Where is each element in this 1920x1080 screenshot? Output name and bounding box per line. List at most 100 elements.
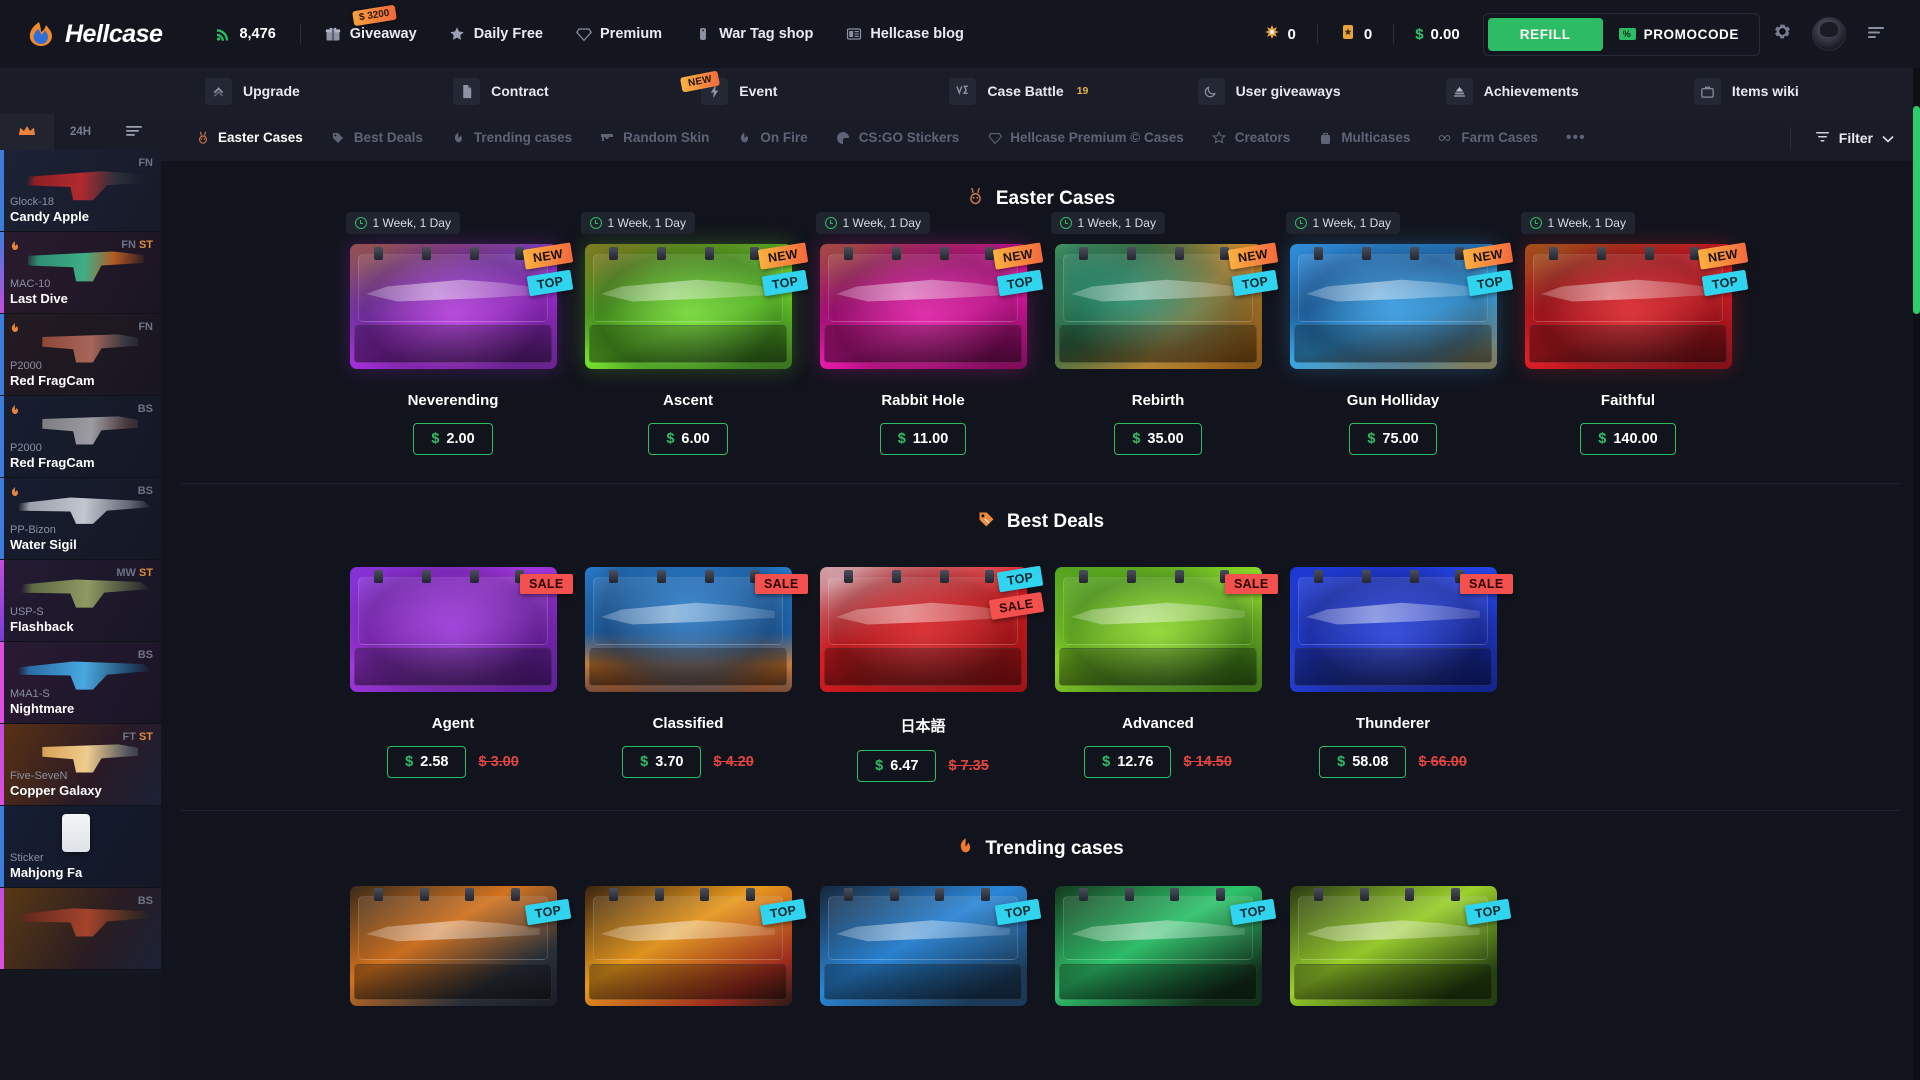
sidebar-drop-list[interactable]: FN Glock-18 Candy Apple FN ST MAC-10 Last… — [0, 150, 161, 1080]
category-best-deals[interactable]: Best Deals — [317, 114, 437, 161]
clock-icon — [1294, 217, 1307, 229]
sidebar-drop-item[interactable]: FT ST Five-SeveN Copper Galaxy — [0, 724, 161, 806]
case-price[interactable]: $11.00 — [879, 423, 967, 455]
category-on-fire[interactable]: On Fire — [723, 114, 821, 161]
sidebar-drop-item[interactable]: BS P2000 Red FragCam — [0, 396, 161, 478]
sidebar-tab-menu[interactable] — [107, 114, 161, 150]
sidebar-drop-item[interactable]: Sticker Mahjong Fa — [0, 806, 161, 888]
tag-top: TOP — [1701, 269, 1749, 297]
case-card-classified[interactable]: SALE Classified $3.70 $ 4.20 — [571, 549, 808, 782]
sidebar-drop-item[interactable]: MW ST USP-S Flashback — [0, 560, 161, 642]
case-card-neverending[interactable]: 1 Week, 1 Day NEW TOP Neverending $ 2.00 — [336, 212, 574, 455]
trending-case-card[interactable]: TOP — [1041, 876, 1277, 1006]
subnav-item-achievements[interactable]: Achievements — [1424, 68, 1672, 114]
online-users: 8,476 — [198, 0, 291, 68]
sidebar-drop-item[interactable]: FN P2000 Red FragCam — [0, 314, 161, 396]
secondary-nav: Upgrade Contract NEW Event Case Battle 1… — [0, 68, 1920, 114]
sidebar-drop-item[interactable]: FN Glock-18 Candy Apple — [0, 150, 161, 232]
sidebar-drop-item[interactable]: BS PP-Bizon Water Sigil — [0, 478, 161, 560]
category-farm-cases[interactable]: Farm Cases — [1424, 114, 1552, 161]
trending-case-card[interactable]: TOP — [806, 876, 1042, 1006]
case-name: 日本語 — [900, 718, 946, 735]
nav-daily-free[interactable]: Daily Free — [433, 0, 559, 68]
case-price[interactable]: $6.00 — [648, 423, 728, 455]
nav-giveaway[interactable]: Giveaway $ 3200 — [309, 0, 433, 68]
case-price[interactable]: $58.08 — [1319, 746, 1407, 778]
case-card-agent[interactable]: SALE Agent $2.58 $ 3.00 — [336, 549, 573, 782]
cases-scroll-area[interactable]: Easter Cases 1 Week, 1 Day NEW TOP Never… — [161, 161, 1920, 1080]
case-price[interactable]: $6.47 — [857, 750, 937, 782]
trending-case-card[interactable]: TOP — [336, 876, 572, 1006]
clock-icon — [589, 217, 602, 229]
sidebar-drop-item[interactable]: BS — [0, 888, 161, 970]
subnav-item-user-giveaways[interactable]: User giveaways — [1176, 68, 1424, 114]
weapon-name: P2000 — [10, 360, 42, 372]
case-price[interactable]: $3.70 — [622, 746, 702, 778]
filter-label: Filter — [1838, 129, 1873, 146]
skin-image — [62, 814, 90, 852]
category-csgo-stickers[interactable]: CS:GO Stickers — [822, 114, 974, 161]
case-card-ascent[interactable]: 1 Week, 1 Day NEW TOP Ascent $ 6.00 — [571, 212, 809, 455]
fire-icon — [8, 240, 22, 254]
ellipsis-icon[interactable]: ••• — [1552, 129, 1600, 147]
case-price[interactable]: $2.00 — [413, 423, 493, 455]
balance-money[interactable]: $ 0.00 — [1402, 26, 1473, 43]
case-card-advanced[interactable]: SALE Advanced $12.76 $ 14.50 — [1041, 549, 1278, 782]
nav-premium[interactable]: Premium — [559, 0, 678, 68]
case-old-price: $ 7.35 — [948, 758, 989, 774]
case-card-thunderer[interactable]: SALE Thunderer $58.08 $ 66.00 — [1276, 549, 1513, 782]
infinity-icon — [1438, 130, 1453, 145]
nav-war-tag-shop[interactable]: War Tag shop — [678, 0, 829, 68]
brand-name: Hellcase — [65, 19, 163, 48]
category-creators[interactable]: Creators — [1198, 114, 1305, 161]
sidebar-tab-live[interactable] — [0, 114, 54, 150]
balance-gem[interactable]: 0 — [1250, 23, 1309, 45]
subnav-item-event[interactable]: NEW Event — [679, 68, 927, 114]
promocode-button[interactable]: % PROMOCODE — [1603, 18, 1755, 51]
nav-hellcase-blog[interactable]: Hellcase blog — [829, 0, 979, 68]
category-easter-cases[interactable]: Easter Cases — [181, 114, 317, 161]
trending-case-card[interactable]: TOP — [1276, 876, 1512, 1006]
category-trending-cases[interactable]: Trending cases — [437, 114, 586, 161]
tag-sale: SALE — [988, 592, 1044, 620]
subnav-item-items-wiki[interactable]: Items wiki — [1672, 68, 1920, 114]
case-price[interactable]: $75.00 — [1349, 423, 1437, 455]
trending-case-card[interactable]: TOP — [571, 876, 807, 1006]
sidebar-tab-24h[interactable]: 24H — [54, 114, 108, 150]
settings-button[interactable] — [1760, 12, 1804, 56]
case-price-row: $12.76 $ 14.50 — [1084, 746, 1232, 778]
filter-button[interactable]: Filter — [1805, 130, 1904, 146]
sidebar-drop-item[interactable]: BS M4A1-S Nightmare — [0, 642, 161, 724]
hellcase-page: Hellcase 8,476 Giveaway $ 3200 Daily Fre… — [0, 0, 1920, 1080]
case-price[interactable]: $2.58 — [387, 746, 467, 778]
subnav-item-contract[interactable]: Contract — [431, 68, 679, 114]
menu-button[interactable] — [1854, 12, 1898, 56]
balance-coin[interactable]: 0 — [1326, 23, 1385, 45]
drop-meta: P2000 Red FragCam — [10, 441, 95, 471]
case-card-rebirth[interactable]: 1 Week, 1 Day NEW TOP Rebirth $ 35.00 — [1041, 212, 1279, 455]
sidebar-drop-item[interactable]: FN ST MAC-10 Last Dive — [0, 232, 161, 314]
case-card-gun-holliday[interactable]: 1 Week, 1 Day NEW TOP Gun Holliday $ 75.… — [1276, 212, 1514, 455]
case-price[interactable]: $35.00 — [1114, 423, 1202, 455]
weapon-name: Sticker — [10, 852, 44, 864]
user-avatar[interactable] — [1812, 17, 1846, 51]
category-hellcase-premium[interactable]: Hellcase Premium © Cases — [973, 114, 1198, 161]
category-random-skin[interactable]: Random Skin — [586, 114, 723, 161]
tag-new: NEW — [523, 242, 574, 270]
promocode-label: PROMOCODE — [1643, 26, 1739, 42]
category-multicases[interactable]: Multicases — [1304, 114, 1424, 161]
page-scrollbar[interactable] — [1913, 68, 1920, 1080]
subnav-item-upgrade[interactable]: Upgrade — [183, 68, 431, 114]
brand-logo[interactable]: Hellcase — [26, 19, 163, 49]
subnav-item-case-battle[interactable]: Case Battle 19 — [927, 68, 1175, 114]
category-hellcase-premium-label: Hellcase Premium © Cases — [1010, 130, 1184, 145]
refill-button[interactable]: REFILL — [1487, 17, 1603, 51]
header-right: 0 0 $ 0.00 REFILL % PROMOCODE — [1250, 12, 1898, 56]
case-price[interactable]: $140.00 — [1580, 423, 1676, 455]
case-card-japanese[interactable]: TOP SALE 日本語 $6.47 $ 7.35 — [806, 549, 1044, 782]
case-card-faithful[interactable]: 1 Week, 1 Day NEW TOP Faithful $ 140.00 — [1511, 212, 1749, 455]
case-card-rabbit-hole[interactable]: 1 Week, 1 Day NEW TOP Rabbit Hole $ 11.0… — [806, 212, 1044, 455]
page-scrollbar-thumb[interactable] — [1913, 106, 1920, 314]
case-price[interactable]: $12.76 — [1084, 746, 1172, 778]
case-image-wrap: 1 Week, 1 Day NEW TOP — [345, 212, 574, 376]
